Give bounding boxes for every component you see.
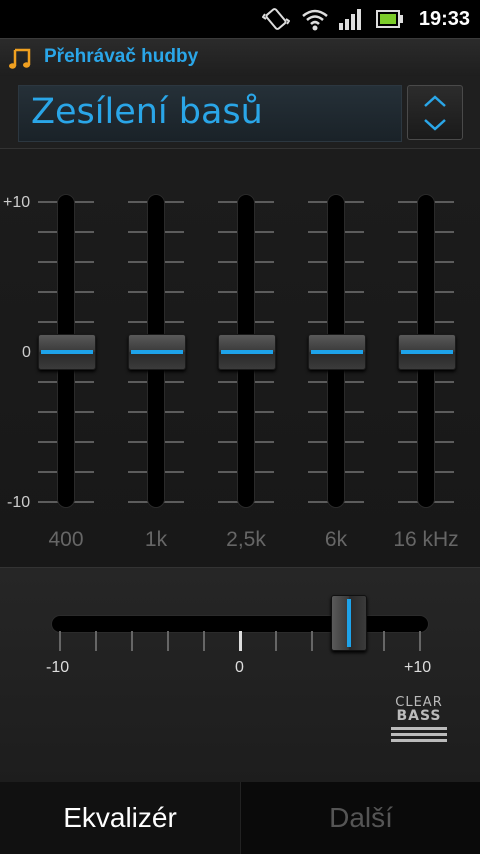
eq-slider-handle[interactable] bbox=[38, 334, 96, 370]
chevron-up-down-icon bbox=[424, 95, 446, 131]
app-title: Přehrávač hudby bbox=[44, 46, 199, 67]
handle-indicator bbox=[401, 350, 453, 354]
clear-bass-mid-label: 0 bbox=[235, 659, 244, 676]
handle-indicator bbox=[131, 350, 183, 354]
scale-mid-label: 0 bbox=[22, 344, 31, 361]
eq-slider-handle[interactable] bbox=[218, 334, 276, 370]
clear-bass-panel: -10 0 +10 CLEAR BASS bbox=[0, 567, 480, 783]
clear-bass-tick bbox=[59, 631, 61, 651]
app-title-bar: Přehrávač hudby bbox=[0, 38, 480, 78]
clear-bass-logo: CLEAR BASS bbox=[391, 696, 447, 742]
wifi-icon bbox=[302, 9, 328, 31]
tab-more[interactable]: Další bbox=[240, 782, 480, 854]
eq-slider-handle[interactable] bbox=[128, 334, 186, 370]
battery-icon bbox=[376, 10, 403, 28]
clear-bass-slider-track[interactable] bbox=[52, 616, 428, 632]
eq-frequency-label: 1k bbox=[144, 528, 168, 551]
signal-icon bbox=[339, 9, 361, 30]
scale-max-label: +10 bbox=[3, 194, 31, 211]
eq-slider-handle[interactable] bbox=[398, 334, 456, 370]
music-note-icon bbox=[9, 48, 31, 69]
status-bar: 19:33 bbox=[0, 0, 480, 38]
clear-bass-tick bbox=[95, 631, 97, 651]
preset-field[interactable]: Zesílení basů bbox=[18, 85, 402, 142]
clear-bass-slider-handle[interactable] bbox=[331, 595, 367, 651]
clear-bass-tick bbox=[167, 631, 169, 651]
handle-indicator bbox=[347, 599, 351, 647]
clear-bass-tick bbox=[419, 631, 421, 651]
clock: 19:33 bbox=[418, 8, 470, 30]
clear-bass-tick bbox=[311, 631, 313, 651]
tab-equalizer[interactable]: Ekvalizér bbox=[0, 782, 240, 854]
eq-frequency-label: 2,5k bbox=[226, 528, 266, 551]
clear-bass-tick bbox=[239, 631, 242, 651]
clear-bass-tick bbox=[383, 631, 385, 651]
scale-min-label: -10 bbox=[7, 494, 31, 511]
eq-frequency-label: 6k bbox=[324, 528, 348, 551]
eq-frequency-label: 16 kHz bbox=[393, 528, 459, 551]
handle-indicator bbox=[221, 350, 273, 354]
preset-selector: Zesílení basů bbox=[0, 76, 480, 149]
handle-indicator bbox=[311, 350, 363, 354]
eq-slider-handle[interactable] bbox=[308, 334, 366, 370]
clear-bass-max-label: +10 bbox=[404, 659, 432, 676]
bottom-tabs: Ekvalizér Další bbox=[0, 782, 480, 854]
equalizer-panel: +10 0 -10 400 1k 2,5k 6k 16 kHz bbox=[0, 149, 480, 567]
preset-switch-button[interactable] bbox=[407, 85, 463, 140]
vibrate-icon bbox=[262, 8, 290, 30]
preset-value: Zesílení basů bbox=[31, 92, 263, 132]
clear-bass-tick bbox=[131, 631, 133, 651]
eq-frequency-label: 400 bbox=[48, 528, 84, 551]
clear-bass-min-label: -10 bbox=[46, 659, 70, 676]
clear-bass-tick bbox=[275, 631, 277, 651]
handle-indicator bbox=[41, 350, 93, 354]
clear-bass-tick bbox=[203, 631, 205, 651]
